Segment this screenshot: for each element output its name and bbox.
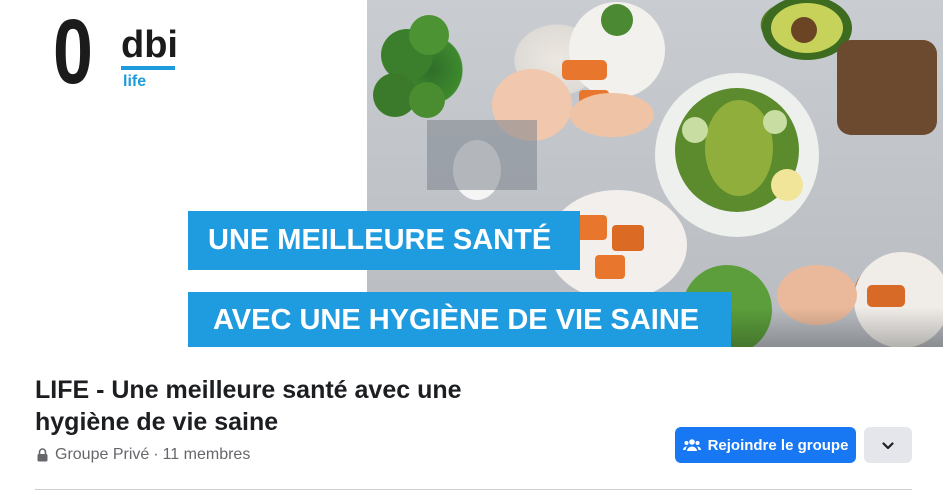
headline-line-2: AVEC UNE HYGIÈNE DE VIE SAINE bbox=[188, 292, 731, 347]
chevron-down-icon bbox=[882, 438, 894, 453]
join-group-button[interactable]: Rejoindre le groupe bbox=[675, 427, 856, 463]
members-count[interactable]: 11 membres bbox=[163, 445, 251, 465]
cover-photo[interactable]: 0 dbi life UNE MEILLEURE SANTÉ AVEC UNE … bbox=[5, 0, 943, 347]
join-group-label: Rejoindre le groupe bbox=[707, 436, 849, 454]
more-options-button[interactable] bbox=[864, 427, 912, 463]
group-icon bbox=[682, 438, 701, 452]
lock-icon bbox=[37, 448, 48, 462]
privacy-label[interactable]: Groupe Privé bbox=[55, 445, 149, 465]
brand-logo: 0 dbi life bbox=[53, 6, 193, 102]
brand-sub: life bbox=[123, 73, 147, 90]
brand-mark: 0 bbox=[53, 1, 93, 103]
brand-underline bbox=[121, 66, 175, 70]
meta-separator: · bbox=[153, 446, 159, 463]
brand-name: dbi bbox=[121, 24, 178, 66]
headline-line-1: UNE MEILLEURE SANTÉ bbox=[188, 211, 580, 270]
group-meta: Groupe Privé · 11 membres bbox=[37, 445, 250, 465]
divider bbox=[35, 489, 912, 490]
group-title[interactable]: LIFE - Une meilleure santé avec une hygi… bbox=[35, 374, 475, 438]
